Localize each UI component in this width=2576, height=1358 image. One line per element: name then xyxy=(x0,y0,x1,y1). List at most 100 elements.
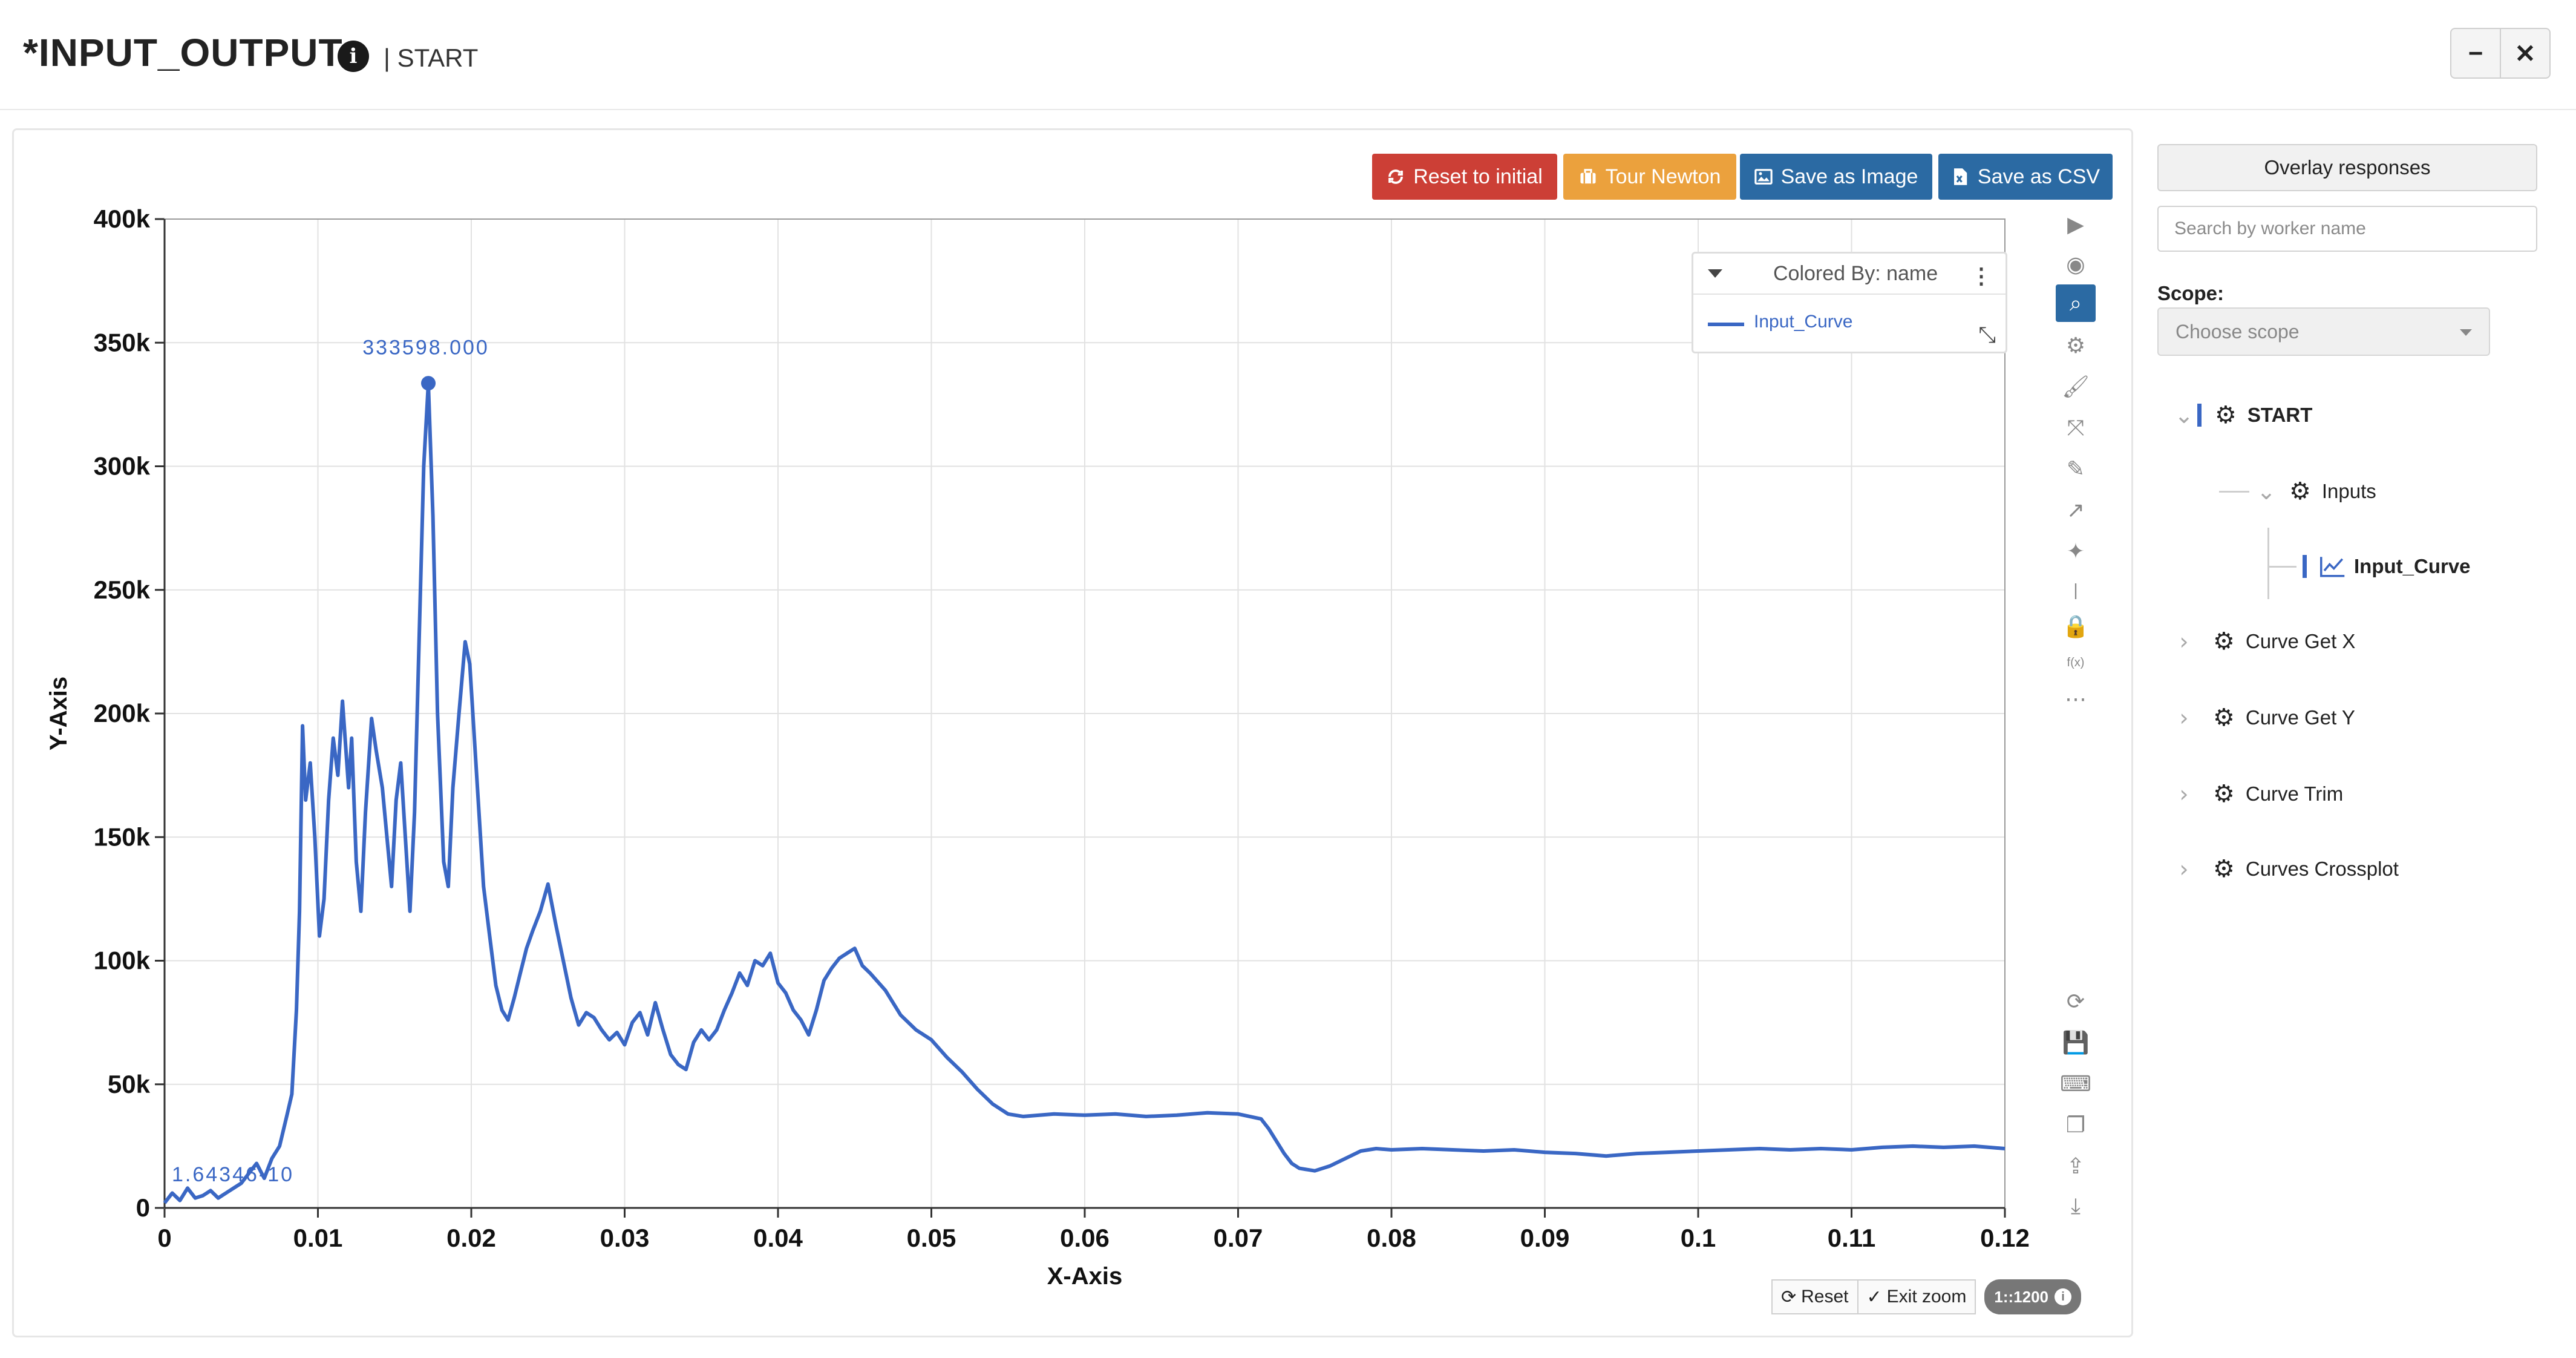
line-chart[interactable]: 0 0.01 0.02 0.03 0.04 0.05 0.06 0.07 0.08 0.09 0.1… xyxy=(0,0,2057,1319)
selection-marker xyxy=(2303,555,2307,578)
x-tick-label: 0.06 xyxy=(1060,1224,1110,1252)
gear-icon: ⚙ xyxy=(2213,855,2235,883)
keyboard-icon[interactable]: ⌨ xyxy=(2056,1065,2096,1103)
lock-icon[interactable]: 🔒 xyxy=(2056,608,2096,645)
x-tick-label: 0.12 xyxy=(1980,1224,2030,1252)
copy-icon[interactable]: ❐ xyxy=(2056,1106,2096,1144)
tree-node-curve-get-y[interactable]: › ⚙ Curve Get Y xyxy=(2174,700,2355,736)
scope-select[interactable]: Choose scope xyxy=(2157,307,2490,356)
zoom-controls: ⟳ Reset ✓ Exit zoom 1::1200 i xyxy=(1771,1279,2081,1314)
arrow-icon[interactable]: ↗ xyxy=(2056,491,2096,529)
x-tick-label: 0.07 xyxy=(1214,1224,1263,1252)
close-button[interactable]: ✕ xyxy=(2500,29,2549,77)
tree-node-label: Input_Curve xyxy=(2354,555,2471,577)
x-tick-label: 0 xyxy=(157,1224,171,1252)
zoom-scale-badge: 1::1200 i xyxy=(1984,1279,2081,1314)
gear-icon: ⚙ xyxy=(2213,780,2235,808)
legend-header[interactable]: Colored By: name ⋮ xyxy=(1693,254,2006,295)
gear-icon[interactable]: ⚙ xyxy=(2056,327,2096,364)
y-axis-label: Y-Axis xyxy=(45,677,72,750)
minimize-button[interactable]: − xyxy=(2451,29,2500,77)
resize-icon[interactable]: ⤡ xyxy=(1978,322,1996,348)
line-chart-icon xyxy=(2320,557,2345,577)
y-tick-label: 50k xyxy=(108,1070,151,1098)
chevron-right-icon[interactable]: › xyxy=(2174,781,2194,807)
x-tick-label: 0.05 xyxy=(907,1224,956,1252)
zoom-icon[interactable]: ⌕ xyxy=(2056,284,2096,322)
play-icon[interactable]: ▶ xyxy=(2056,206,2096,243)
download-icon[interactable]: ⤓ xyxy=(2056,1187,2096,1225)
tree-connector xyxy=(2267,528,2269,599)
tree-node-label: Curve Get Y xyxy=(2245,706,2355,729)
gear-icon: ⚙ xyxy=(2215,401,2237,429)
check-icon: ✓ xyxy=(1866,1287,1882,1307)
legend-swatch xyxy=(1708,323,1744,326)
chart-grid xyxy=(164,218,2006,1209)
tree-node-label: Curve Get X xyxy=(2245,630,2356,652)
tree-node-label: Curve Trim xyxy=(2245,782,2344,805)
chart-legend[interactable]: Colored By: name ⋮ Input_Curve ⤡ xyxy=(1692,252,2007,353)
kebab-menu-icon[interactable]: ⋮ xyxy=(1970,263,1992,289)
refresh-icon[interactable]: ⟳ xyxy=(2056,983,2096,1020)
tree-node-inputs[interactable]: ⌄ ⚙ Inputs xyxy=(2257,473,2376,510)
scope-label: Scope: xyxy=(2157,282,2225,304)
legend-item-label[interactable]: Input_Curve xyxy=(1754,312,1852,332)
exit-zoom-label: Exit zoom xyxy=(1886,1287,1967,1307)
expand-icon[interactable]: ⤧ xyxy=(2056,409,2096,447)
chevron-down-icon[interactable]: ⌄ xyxy=(2257,478,2276,505)
chevron-down-icon[interactable]: ⌄ xyxy=(2174,402,2194,428)
y-tick-label: 350k xyxy=(94,328,151,356)
zoom-reset-label: Reset xyxy=(1801,1287,1849,1307)
zoom-reset-button[interactable]: ⟳ Reset xyxy=(1771,1279,1858,1314)
caret-down-icon[interactable] xyxy=(1708,269,1722,278)
tree-node-curve-trim[interactable]: › ⚙ Curve Trim xyxy=(2174,776,2343,812)
save-icon[interactable]: 💾 xyxy=(2056,1024,2096,1061)
chevron-right-icon[interactable]: › xyxy=(2174,704,2194,731)
info-icon[interactable]: i xyxy=(2055,1288,2071,1305)
y-tick-label: 100k xyxy=(94,946,151,975)
y-tick-label: 200k xyxy=(94,699,151,727)
gear-icon: ⚙ xyxy=(2213,628,2235,655)
function-icon[interactable]: f(x) xyxy=(2056,644,2096,681)
selection-marker xyxy=(2197,404,2202,427)
more-icon[interactable]: ⋯ xyxy=(2056,680,2096,718)
y-tick-label: 300k xyxy=(94,452,151,481)
brush-icon[interactable]: 🖌 xyxy=(2056,368,2096,405)
legend-title: Colored By: name xyxy=(1773,261,1938,285)
tree-node-start[interactable]: ⌄ ⚙ START xyxy=(2174,397,2312,433)
x-tick-label: 0.1 xyxy=(1681,1224,1716,1252)
tree-node-label: Curves Crossplot xyxy=(2245,858,2399,880)
tree-node-label: START xyxy=(2247,404,2313,426)
gear-icon: ⚙ xyxy=(2213,704,2235,732)
x-tick-label: 0.03 xyxy=(600,1224,650,1252)
x-tick-label: 0.11 xyxy=(1828,1224,1875,1252)
x-tick-label: 0.01 xyxy=(293,1224,343,1252)
tree-connector xyxy=(2267,566,2296,568)
tree-node-input-curve[interactable]: Input_Curve xyxy=(2303,548,2471,585)
gear-icon: ⚙ xyxy=(2289,477,2311,505)
eye-icon[interactable]: ◉ xyxy=(2056,246,2096,283)
tree-node-label: Inputs xyxy=(2321,480,2376,502)
chevron-right-icon[interactable]: › xyxy=(2174,856,2194,882)
max-point-label: 333598.000 xyxy=(362,336,489,359)
exit-zoom-button[interactable]: ✓ Exit zoom xyxy=(1858,1279,1976,1314)
magic-wand-icon[interactable]: ✦ xyxy=(2056,533,2096,570)
upload-icon[interactable]: ⇪ xyxy=(2056,1147,2096,1185)
y-tick-label: 400k xyxy=(94,205,151,233)
x-tick-label: 0.08 xyxy=(1367,1224,1416,1252)
pencil-icon[interactable]: ✎ xyxy=(2056,450,2096,488)
y-tick-label: 150k xyxy=(94,822,151,851)
y-tick-label: 250k xyxy=(94,576,151,604)
chevron-right-icon[interactable]: › xyxy=(2174,628,2194,655)
worker-search-input[interactable] xyxy=(2157,206,2537,252)
tree-node-curve-get-x[interactable]: › ⚙ Curve Get X xyxy=(2174,623,2355,660)
x-tick-label: 0.02 xyxy=(446,1224,496,1252)
y-tick-label: 0 xyxy=(136,1193,150,1222)
separator-icon: | xyxy=(2073,580,2078,599)
scope-select-value: Choose scope xyxy=(2176,320,2300,343)
caret-down-icon xyxy=(2460,329,2472,336)
x-tick-label: 0.04 xyxy=(753,1224,803,1252)
tree-node-curves-crossplot[interactable]: › ⚙ Curves Crossplot xyxy=(2174,851,2399,887)
overlay-responses-button[interactable]: Overlay responses xyxy=(2157,144,2537,191)
x-axis-label: X-Axis xyxy=(1047,1263,1123,1290)
